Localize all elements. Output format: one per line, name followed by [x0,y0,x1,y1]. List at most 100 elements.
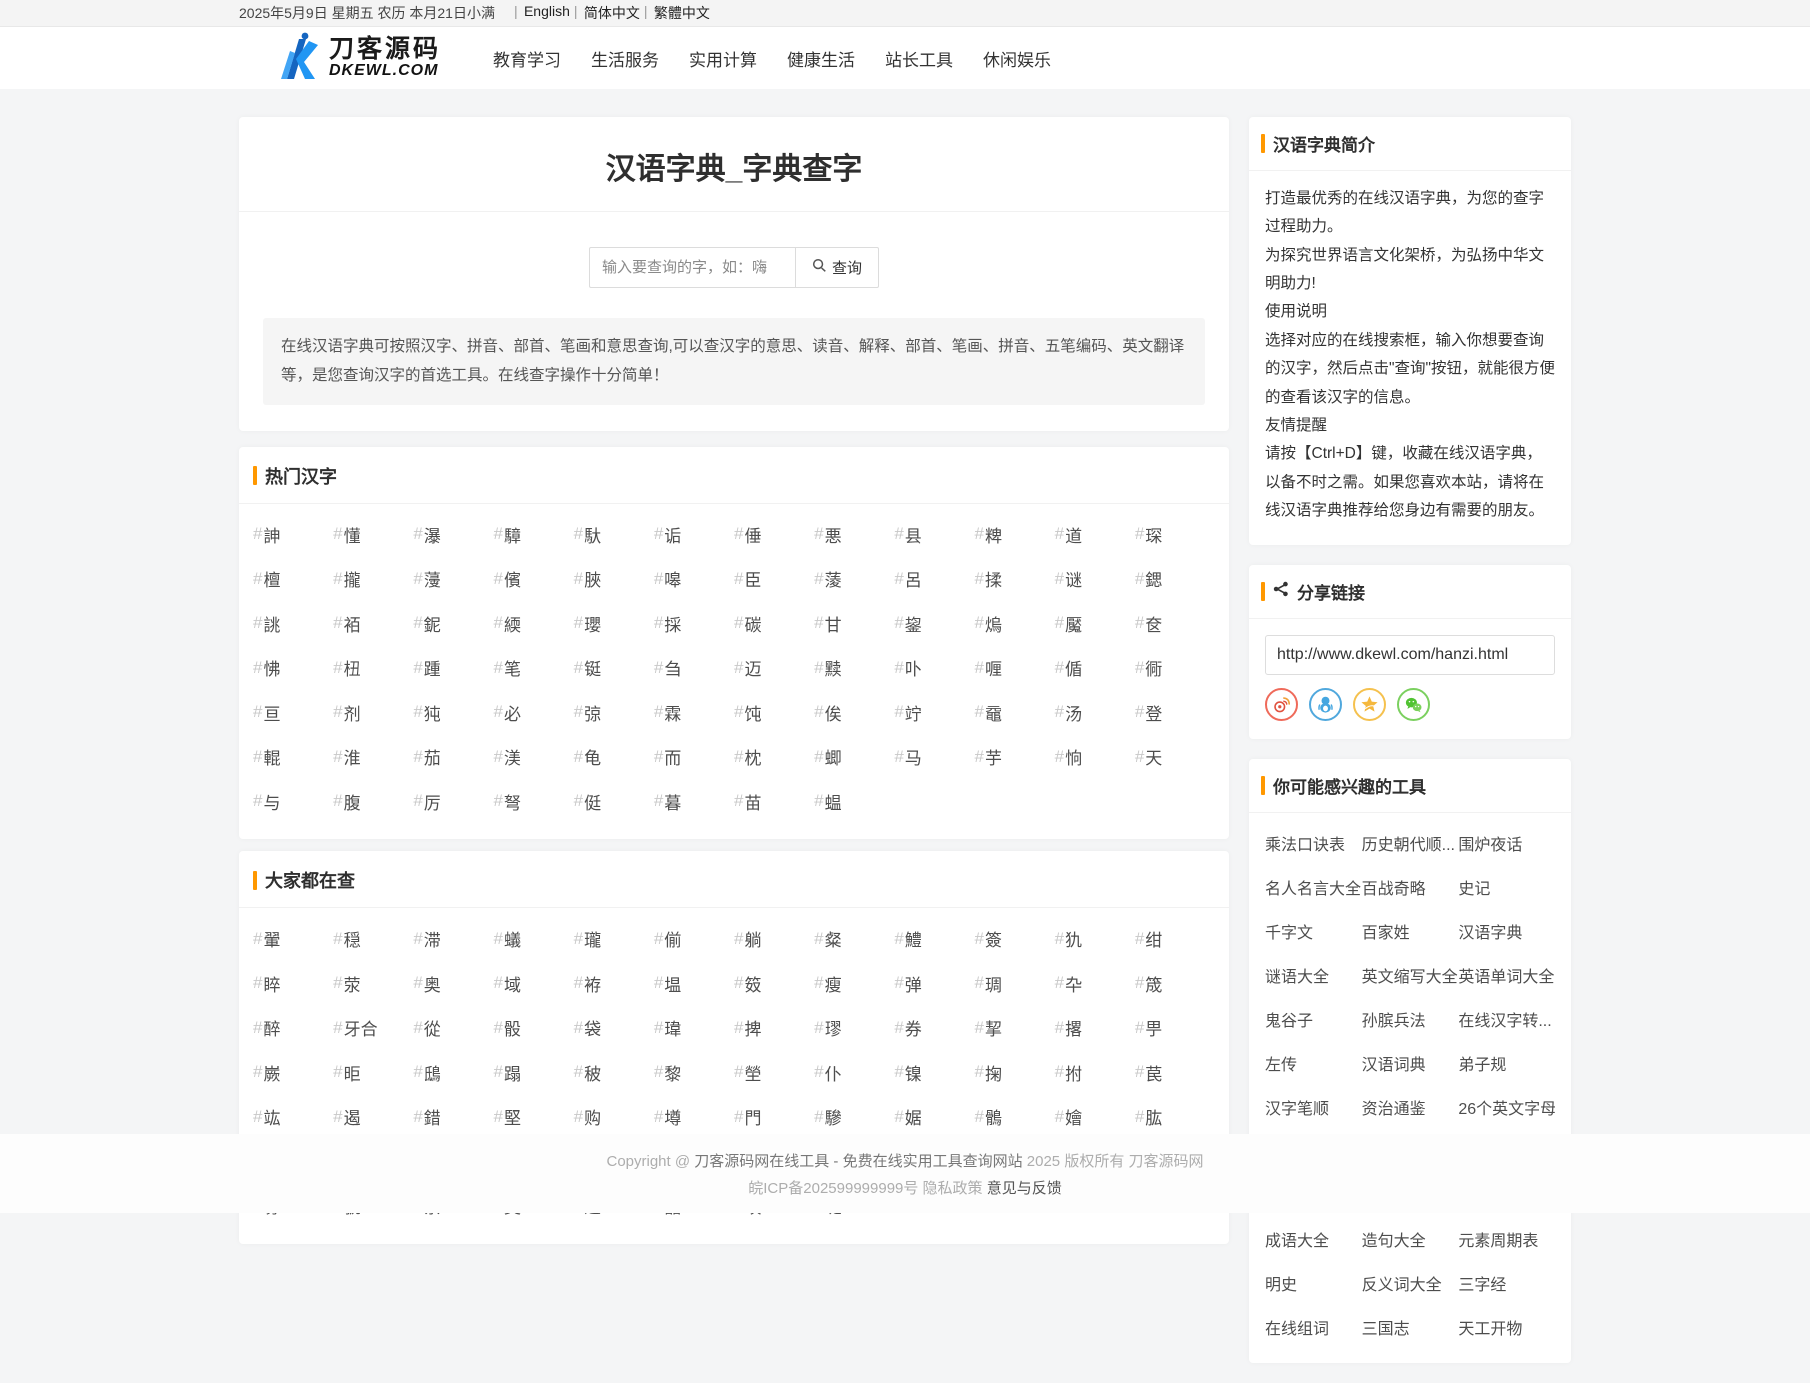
tool-link[interactable]: 资治通鉴 [1362,1095,1459,1119]
char-link[interactable]: #肱 [1135,1104,1215,1129]
char-link[interactable]: #秛 [574,1060,654,1085]
char-link[interactable]: #杻 [333,655,413,680]
char-link[interactable]: #恦 [1055,744,1135,769]
char-link[interactable]: #黿 [974,700,1054,725]
char-link[interactable]: #喱 [974,655,1054,680]
char-link[interactable]: #瑋 [654,1015,734,1040]
char-link[interactable]: #醉 [253,1015,333,1040]
char-link[interactable]: #亘 [253,700,333,725]
char-link[interactable]: #卆 [1055,971,1135,996]
char-link[interactable]: #堅 [493,1104,573,1129]
char-link[interactable]: #而 [654,744,734,769]
tool-link[interactable]: 汉语字典 [1458,919,1555,943]
char-link[interactable]: #誂 [253,611,333,636]
char-link[interactable]: #苗 [734,789,814,814]
char-link[interactable]: #瀑 [413,522,493,547]
char-link[interactable]: #骰 [493,1015,573,1040]
char-link[interactable]: #挈 [974,1015,1054,1040]
char-link[interactable]: #撂 [1055,1015,1135,1040]
char-link[interactable]: #袸 [574,971,654,996]
tool-link[interactable]: 百战奇略 [1362,875,1459,899]
char-link[interactable]: #俟 [814,700,894,725]
char-link[interactable]: #剂 [333,700,413,725]
char-link[interactable]: #仆 [814,1060,894,1085]
tool-link[interactable]: 孙膑兵法 [1362,1007,1459,1031]
char-link[interactable]: #偂 [654,926,734,951]
char-link[interactable]: #迈 [734,655,814,680]
tool-link[interactable]: 元素周期表 [1458,1227,1555,1251]
char-link[interactable]: #道 [1055,522,1135,547]
char-link[interactable]: #芋 [974,744,1054,769]
char-link[interactable]: #怫 [253,655,333,680]
char-link[interactable]: #鶻 [974,1104,1054,1129]
language-link[interactable]: 繁體中文 [647,3,717,23]
tool-link[interactable]: 弟子规 [1458,1051,1555,1075]
char-link[interactable]: #龟 [574,744,654,769]
search-input[interactable] [589,247,795,288]
tool-link[interactable]: 汉字笔顺 [1265,1095,1362,1119]
char-link[interactable]: #婮 [894,1104,974,1129]
char-link[interactable]: #渼 [493,744,573,769]
char-link[interactable]: #穏 [333,926,413,951]
char-link[interactable]: #奁 [1135,611,1215,636]
tool-link[interactable]: 造句大全 [1362,1227,1459,1251]
char-link[interactable]: #茄 [413,744,493,769]
char-link[interactable]: #揉 [974,566,1054,591]
char-link[interactable]: #瓏 [574,926,654,951]
char-link[interactable]: #鴟 [413,1060,493,1085]
nav-item[interactable]: 健康生活 [787,40,855,77]
char-link[interactable]: #倕 [734,522,814,547]
char-link[interactable]: #镍 [894,1060,974,1085]
site-logo[interactable]: 刀客源码 DKEWL.COM [275,31,441,86]
wechat-icon[interactable] [1397,688,1430,721]
char-link[interactable]: #嬒 [1055,1104,1135,1129]
char-link[interactable]: #瘦 [814,971,894,996]
char-link[interactable]: #苠 [1135,1060,1215,1085]
tool-link[interactable]: 乘法口诀表 [1265,831,1362,855]
char-link[interactable]: #拊 [1055,1060,1135,1085]
tool-link[interactable]: 谜语大全 [1265,963,1362,987]
char-link[interactable]: #弩 [493,789,573,814]
char-link[interactable]: #蔆 [814,566,894,591]
char-link[interactable]: #牙合 [333,1015,413,1040]
char-link[interactable]: #躺 [734,926,814,951]
char-link[interactable]: #绀 [1135,926,1215,951]
char-link[interactable]: #天 [1135,744,1215,769]
nav-item[interactable]: 实用计算 [689,40,757,77]
char-link[interactable]: #睟 [253,971,333,996]
char-link[interactable]: #滞 [413,926,493,951]
char-link[interactable]: #诟 [654,522,734,547]
tool-link[interactable]: 千字文 [1265,919,1362,943]
nav-item[interactable]: 生活服务 [591,40,659,77]
char-link[interactable]: #蝹 [814,789,894,814]
char-link[interactable]: #琛 [1135,522,1215,547]
char-link[interactable]: #儐 [493,566,573,591]
char-link[interactable]: #鋆 [894,611,974,636]
char-link[interactable]: #饨 [734,700,814,725]
tool-link[interactable]: 在线汉字转... [1458,1007,1555,1031]
nav-item[interactable]: 教育学习 [493,40,561,77]
char-link[interactable]: #黩 [814,655,894,680]
tool-link[interactable]: 围炉夜话 [1458,831,1555,855]
char-link[interactable]: #瓔 [574,611,654,636]
nav-item[interactable]: 站长工具 [885,40,953,77]
tool-link[interactable]: 在线组词 [1265,1315,1362,1339]
char-link[interactable]: #塋 [734,1060,814,1085]
tool-link[interactable]: 英文缩写大全 [1362,963,1459,987]
char-link[interactable]: #淮 [333,744,413,769]
tool-link[interactable]: 成语大全 [1265,1227,1362,1251]
icp-link[interactable]: 皖ICP备202599999999号 [748,1180,922,1197]
char-link[interactable]: #竑 [253,1104,333,1129]
char-link[interactable]: #嗥 [654,566,734,591]
char-link[interactable]: #腹 [333,789,413,814]
char-link[interactable]: #刍 [654,655,734,680]
char-link[interactable]: #衕 [1135,655,1215,680]
char-link[interactable]: #偱 [1055,655,1135,680]
char-link[interactable]: #嶡 [253,1060,333,1085]
char-link[interactable]: #門 [734,1104,814,1129]
char-link[interactable]: #熓 [974,611,1054,636]
char-link[interactable]: #奥 [413,971,493,996]
char-link[interactable]: #马 [894,744,974,769]
char-link[interactable]: #筬 [1135,971,1215,996]
char-link[interactable]: #荥 [333,971,413,996]
